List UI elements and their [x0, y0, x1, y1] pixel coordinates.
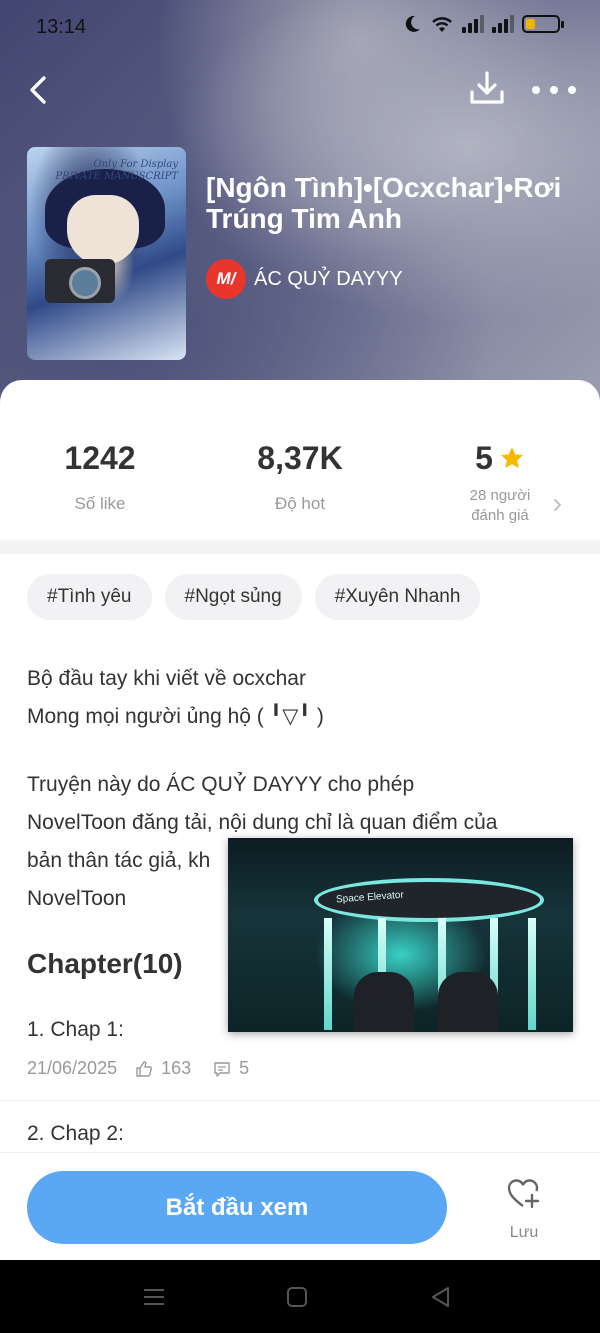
author-link[interactable]: M/ ÁC QUỶ DAYYY: [206, 259, 403, 299]
description-line: Bộ đầu tay khi viết về ocxchar: [27, 667, 306, 690]
rating-stat[interactable]: 5 28 người đánh giá: [400, 438, 600, 526]
save-button[interactable]: Lưu: [498, 1177, 550, 1242]
chapter-comments: 5: [239, 1058, 250, 1078]
video-person: [354, 972, 414, 1032]
chapter-item[interactable]: 1. Chap 1: 21/06/2025 163 5: [27, 1018, 249, 1079]
save-label: Lưu: [509, 1224, 539, 1241]
rating-value: 5: [475, 440, 493, 476]
more-options-icon[interactable]: [532, 78, 576, 102]
status-bar: 13:14: [0, 0, 600, 56]
chapter-title: 2. Chap 2:: [27, 1122, 124, 1145]
back-arrow-icon[interactable]: [22, 70, 62, 110]
description-line: NovelToon đăng tải, nội dung chỉ là quan…: [27, 811, 498, 834]
likes-value: 1242: [64, 440, 136, 476]
wifi-icon: [432, 17, 452, 32]
do-not-disturb-moon-icon: [405, 15, 420, 32]
download-icon[interactable]: [466, 68, 508, 110]
chapter-meta: 21/06/2025 163 5: [27, 1058, 249, 1079]
heart-plus-icon: [507, 1179, 540, 1209]
chapter-divider: [0, 1100, 600, 1101]
floating-video-player[interactable]: Space Elevator: [228, 838, 573, 1032]
section-divider: [0, 540, 600, 554]
chapters-heading: Chapter(10): [27, 948, 183, 979]
star-icon: [501, 447, 523, 468]
rating-count-line2: đánh giá: [471, 507, 529, 524]
tag-tinh-yeu[interactable]: #Tình yêu: [27, 574, 152, 620]
hot-label: Độ hot: [274, 494, 326, 513]
likes-stat: 1242 Số like: [0, 438, 200, 514]
author-name: ÁC QUỶ DAYYY: [254, 267, 403, 290]
signal-icon-2: [492, 15, 514, 33]
start-reading-button[interactable]: Bắt đầu xem: [27, 1171, 447, 1244]
chapter-title: 1. Chap 1:: [27, 1018, 124, 1041]
thumbs-up-icon: [136, 1060, 153, 1077]
hot-stat: 8,37K Độ hot: [200, 438, 400, 514]
book-title: [Ngôn Tình]•[Ocxchar]•Rơi Trúng Tim Anh: [206, 172, 562, 234]
author-avatar: M/: [206, 259, 246, 299]
stats-row: 1242 Số like 8,37K Độ hot 5 28 người đán…: [0, 438, 600, 538]
description-line: Mong mọi người ủng hộ ( ╹▽╹ ): [27, 705, 324, 728]
status-icons: [402, 14, 564, 34]
home-icon[interactable]: [284, 1284, 310, 1310]
status-time: 13:14: [36, 16, 87, 38]
battery-icon: [522, 15, 564, 33]
hot-value: 8,37K: [257, 440, 343, 476]
tag-list: #Tình yêu #Ngọt sủng #Xuyên Nhanh: [27, 574, 481, 620]
comment-icon: [214, 1061, 230, 1077]
rating-count-line1: 28 người: [469, 487, 531, 504]
menu-icon[interactable]: [141, 1284, 167, 1310]
signal-icon: [462, 15, 484, 33]
tag-xuyen-nhanh[interactable]: #Xuyên Nhanh: [314, 574, 481, 620]
bottom-action-bar: Bắt đầu xem Lưu: [0, 1152, 600, 1260]
description-line: Truyện này do ÁC QUỶ DAYYY cho phép: [27, 773, 415, 796]
system-navigation-bar: [0, 1260, 600, 1333]
tag-ngot-sung[interactable]: #Ngọt sủng: [164, 574, 302, 620]
back-triangle-icon[interactable]: [428, 1284, 454, 1310]
video-person: [438, 972, 498, 1032]
chapter-item[interactable]: 2. Chap 2:: [27, 1122, 124, 1146]
likes-label: Số like: [74, 494, 126, 513]
chapter-likes: 163: [161, 1058, 192, 1078]
chapter-date: 21/06/2025: [27, 1058, 118, 1078]
chevron-right-icon[interactable]: [552, 498, 564, 512]
cover-text: Only For Display PRIVATE MANUSCRIPT: [55, 159, 178, 182]
book-cover: Only For Display PRIVATE MANUSCRIPT: [27, 147, 186, 360]
